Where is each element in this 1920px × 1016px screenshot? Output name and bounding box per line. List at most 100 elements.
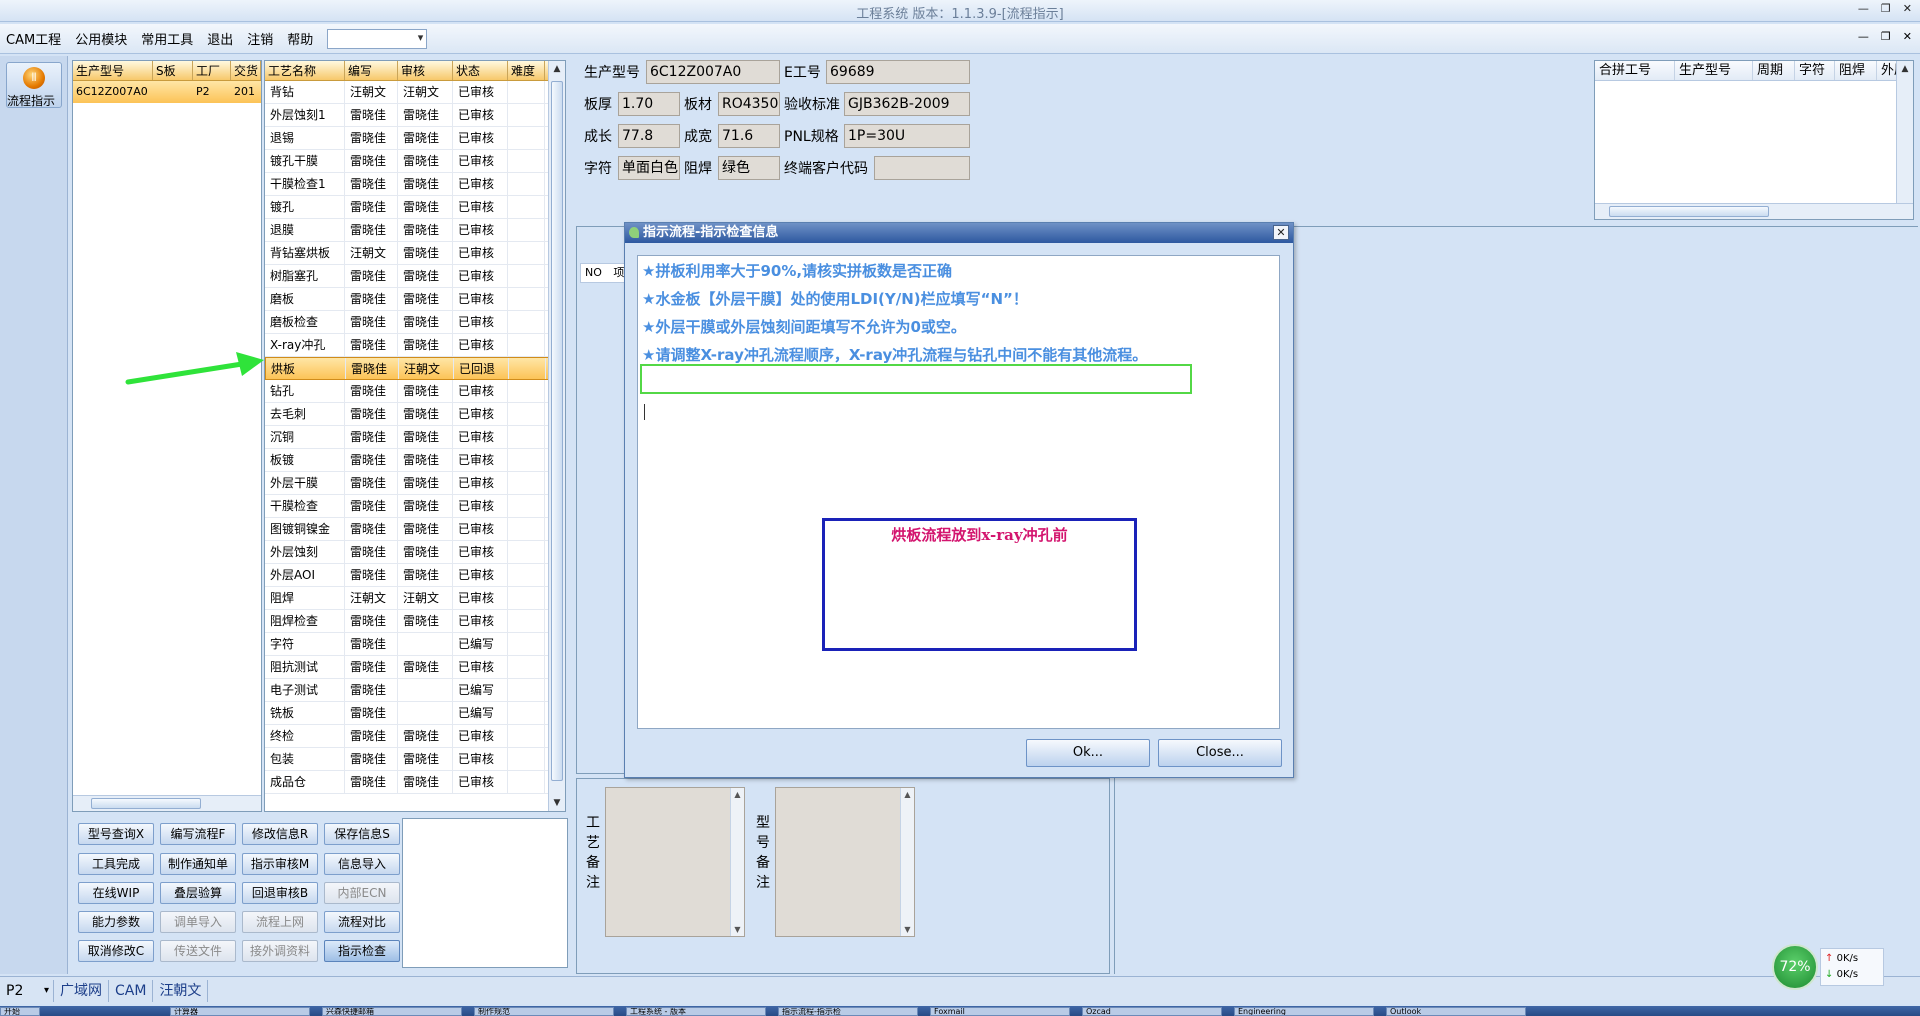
table-row[interactable]: 干膜检查 雷晓佳 雷晓佳 已审核 <box>265 495 565 518</box>
action-button[interactable]: 制作通知单 <box>160 852 236 875</box>
table-row[interactable]: 磨板 雷晓佳 雷晓佳 已审核 <box>265 288 565 311</box>
col-period[interactable]: 周期 <box>1753 61 1795 80</box>
menu-combo-select[interactable] <box>327 28 428 49</box>
col-s-board[interactable]: S板 <box>153 61 193 80</box>
mask-field[interactable]: 绿色 <box>718 156 780 180</box>
menu-exit[interactable]: 退出 <box>207 29 233 48</box>
menu-common-module[interactable]: 公用模块 <box>75 29 127 48</box>
table-row[interactable]: 字符 雷晓佳 已编写 <box>265 633 565 656</box>
col-difficulty[interactable]: 难度 <box>508 61 545 80</box>
hscroll-thumb[interactable] <box>91 798 201 809</box>
table-row[interactable]: 外层AOI 雷晓佳 雷晓佳 已审核 <box>265 564 565 587</box>
action-button[interactable]: 回退审核B <box>242 881 318 904</box>
col-writer[interactable]: 编写 <box>345 61 398 80</box>
network-meter[interactable]: 72% ↑ 0K/s ↓ 0K/s <box>1772 944 1884 992</box>
table-row[interactable]: 烘板 雷晓佳 汪朝文 已回退 <box>265 357 565 380</box>
process-grid-vscrollbar[interactable]: ▲ ▼ <box>548 61 565 811</box>
scroll-down-icon[interactable]: ▼ <box>731 923 744 936</box>
pnl-field[interactable]: 1P=30U <box>844 124 970 148</box>
col-mask[interactable]: 阻焊 <box>1835 61 1877 80</box>
scroll-up-icon[interactable]: ▲ <box>901 788 914 801</box>
table-row[interactable]: 外层蚀刻1 雷晓佳 雷晓佳 已审核 <box>265 104 565 127</box>
table-row[interactable]: 阻焊 汪朝文 汪朝文 已审核 <box>265 587 565 610</box>
action-button[interactable]: 编写流程F <box>160 823 236 846</box>
action-button[interactable]: 接外调资料 <box>242 940 318 963</box>
table-row[interactable]: 外层蚀刻 雷晓佳 雷晓佳 已审核 <box>265 541 565 564</box>
table-row[interactable]: 终检 雷晓佳 雷晓佳 已审核 <box>265 725 565 748</box>
table-row[interactable]: 背钻塞烘板 汪朝文 雷晓佳 已审核 <box>265 242 565 265</box>
material-field[interactable]: RO4350B <box>718 92 780 116</box>
ok-button[interactable]: Ok... <box>1026 739 1150 767</box>
mdi-restore-icon[interactable]: ❐ <box>1881 30 1891 43</box>
length-field[interactable]: 77.8 <box>618 124 680 148</box>
flow-indicator-button[interactable]: ⦀ 流程指示 <box>6 62 62 108</box>
scroll-down-icon[interactable]: ▼ <box>549 795 565 811</box>
taskbar-item[interactable]: Foxmail <box>930 1007 1070 1016</box>
col-model[interactable]: 生产型号 <box>73 61 153 80</box>
taskbar-item[interactable]: 兴森快捷邮箱 <box>322 1007 462 1016</box>
table-row[interactable]: 铣板 雷晓佳 已编写 <box>265 702 565 725</box>
menu-tools[interactable]: 常用工具 <box>141 29 193 48</box>
action-button[interactable]: 工具完成 <box>78 852 154 875</box>
scroll-down-icon[interactable]: ▼ <box>901 923 914 936</box>
table-row[interactable]: 镀孔 雷晓佳 雷晓佳 已审核 <box>265 196 565 219</box>
standard-field[interactable]: GJB362B-2009 <box>844 92 970 116</box>
table-row[interactable]: 6C12Z007A0 P2 201 <box>73 81 261 103</box>
col-reviewer[interactable]: 审核 <box>398 61 453 80</box>
combined-grid-vscrollbar[interactable]: ▲ <box>1896 61 1913 203</box>
scroll-up-icon[interactable]: ▲ <box>1897 61 1913 77</box>
taskbar-item[interactable]: 工程系统 - 版本 <box>626 1007 766 1016</box>
close-icon[interactable]: ✕ <box>1903 2 1912 15</box>
action-button[interactable]: 修改信息R <box>242 823 318 846</box>
action-button[interactable]: 叠层验算 <box>160 881 236 904</box>
menu-help[interactable]: 帮助 <box>287 29 313 48</box>
minimize-icon[interactable]: — <box>1858 2 1869 15</box>
action-button[interactable]: 指示检查 <box>324 940 400 963</box>
action-button[interactable]: 信息导入 <box>324 852 400 875</box>
table-row[interactable]: 干膜检查1 雷晓佳 雷晓佳 已审核 <box>265 173 565 196</box>
note-box[interactable] <box>402 818 568 968</box>
col-combined-no[interactable]: 合拼工号 <box>1595 61 1675 80</box>
col-factory[interactable]: 工厂 <box>193 61 231 80</box>
action-button[interactable]: 保存信息S <box>324 823 400 846</box>
char-field[interactable]: 单面白色 <box>618 156 680 180</box>
table-row[interactable]: 外层干膜 雷晓佳 雷晓佳 已审核 <box>265 472 565 495</box>
action-button[interactable]: 取消修改C <box>78 940 154 963</box>
taskbar-item[interactable]: 计算器 <box>170 1007 310 1016</box>
site-select[interactable]: P2 <box>0 979 54 1002</box>
action-button[interactable]: 传送文件 <box>160 940 236 963</box>
dialog-message-box[interactable]: ★拼板利用率大于90%,请核实拼板数是否正确 ★水金板【外层干膜】处的使用LDI… <box>637 255 1280 729</box>
thickness-field[interactable]: 1.70 <box>618 92 680 116</box>
table-row[interactable]: 电子测试 雷晓佳 已编写 <box>265 679 565 702</box>
vscroll-thumb[interactable] <box>551 81 563 781</box>
taskbar-item[interactable]: 指示流程-指示检 <box>778 1007 918 1016</box>
col-status[interactable]: 状态 <box>453 61 508 80</box>
table-row[interactable]: 钻孔 雷晓佳 雷晓佳 已审核 <box>265 380 565 403</box>
table-row[interactable]: 阻抗测试 雷晓佳 雷晓佳 已审核 <box>265 656 565 679</box>
model-memo-input[interactable]: ▲ ▼ <box>775 787 915 937</box>
model-field[interactable]: 6C12Z007A0 <box>646 60 780 84</box>
table-row[interactable]: 退锡 雷晓佳 雷晓佳 已审核 <box>265 127 565 150</box>
action-button[interactable]: 流程上网 <box>242 911 318 934</box>
table-row[interactable]: 树脂塞孔 雷晓佳 雷晓佳 已审核 <box>265 265 565 288</box>
maximize-icon[interactable]: ❐ <box>1881 2 1891 15</box>
scroll-up-icon[interactable]: ▲ <box>549 61 565 77</box>
scroll-up-icon[interactable]: ▲ <box>731 788 744 801</box>
table-row[interactable]: 板镀 雷晓佳 雷晓佳 已审核 <box>265 449 565 472</box>
mdi-minimize-icon[interactable]: — <box>1858 30 1869 43</box>
table-row[interactable]: 退膜 雷晓佳 雷晓佳 已审核 <box>265 219 565 242</box>
action-button[interactable]: 调单导入 <box>160 911 236 934</box>
action-button[interactable]: 流程对比 <box>324 911 400 934</box>
hscroll-thumb[interactable] <box>1609 206 1769 217</box>
col-combined-model[interactable]: 生产型号 <box>1675 61 1753 80</box>
col-char[interactable]: 字符 <box>1795 61 1835 80</box>
taskbar-item[interactable]: 开始 <box>0 1007 40 1016</box>
close-button[interactable]: Close... <box>1158 739 1282 767</box>
action-button[interactable]: 内部ECN <box>324 881 400 904</box>
action-button[interactable]: 在线WIP <box>78 881 154 904</box>
mdi-close-icon[interactable]: ✕ <box>1903 30 1912 43</box>
width-field[interactable]: 71.6 <box>718 124 780 148</box>
table-row[interactable]: 包装 雷晓佳 雷晓佳 已审核 <box>265 748 565 771</box>
table-row[interactable]: 成品仓 雷晓佳 雷晓佳 已审核 <box>265 771 565 794</box>
process-memo-input[interactable]: ▲ ▼ <box>605 787 745 937</box>
